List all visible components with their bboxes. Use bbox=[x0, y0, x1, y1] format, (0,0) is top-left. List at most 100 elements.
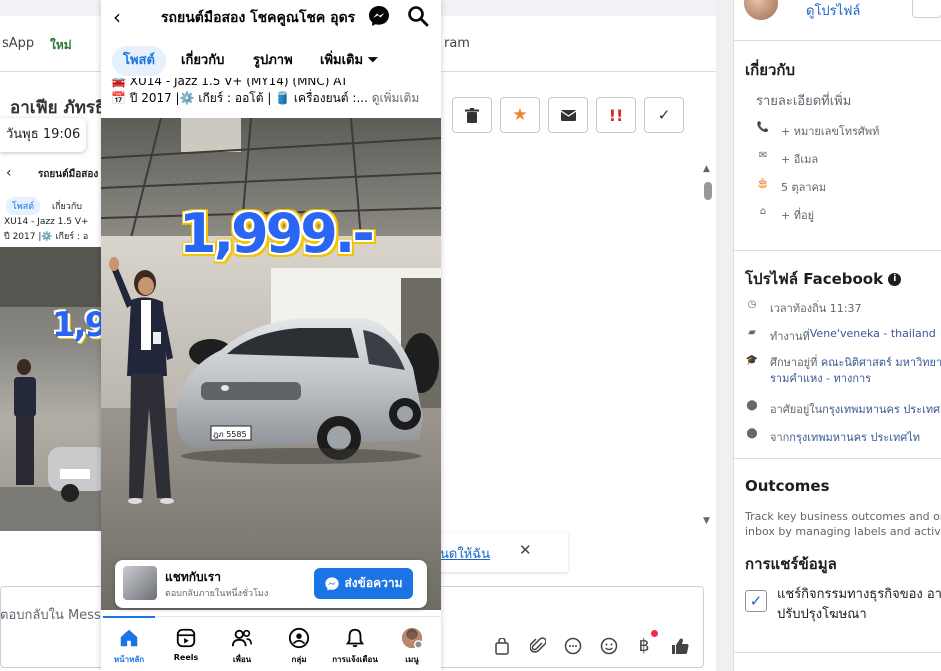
star-button[interactable]: ★ bbox=[500, 97, 540, 133]
messenger-icon bbox=[325, 576, 340, 591]
add-email-label: + อีเมล bbox=[781, 153, 819, 166]
additional-details-label: รายละเอียดที่เพิ่ม bbox=[756, 94, 852, 109]
work-prefix: ทำงานที่ bbox=[770, 330, 810, 343]
scroll-up-arrow-icon[interactable]: ▲ bbox=[703, 164, 710, 174]
hometown-prefix: จาก bbox=[770, 431, 790, 444]
chat-bubble-icon[interactable] bbox=[561, 634, 585, 658]
date-chip: วันพุธ 19:06 bbox=[0, 118, 86, 152]
outcomes-desc-line1: Track key business outcomes and org bbox=[745, 510, 941, 523]
back-arrow-icon[interactable]: ‹ bbox=[113, 5, 121, 29]
mini-price-fragment: 1,9 bbox=[52, 305, 102, 345]
avatar bbox=[744, 0, 778, 20]
tab-photos[interactable]: รูปภาพ bbox=[253, 46, 293, 76]
tab-about[interactable]: เกี่ยวกับ bbox=[181, 46, 224, 76]
outcomes-heading: Outcomes bbox=[745, 477, 830, 495]
mini-tab-about: เกี่ยวกับ bbox=[52, 202, 83, 212]
notice-link[interactable]: นดให้ฉัน bbox=[440, 543, 490, 564]
birthday-row[interactable]: 🎂 5 ตุลาคม bbox=[756, 178, 826, 196]
messenger-icon[interactable] bbox=[367, 4, 391, 28]
scroll-thumb[interactable] bbox=[704, 182, 712, 200]
send-message-button[interactable]: ส่งข้อความ bbox=[314, 568, 413, 599]
bell-icon bbox=[345, 628, 365, 648]
hometown-link[interactable]: กรุงเทพมหานคร ประเทศไท bbox=[789, 428, 920, 446]
paperclip-icon[interactable] bbox=[526, 634, 550, 658]
conversation-scrollbar[interactable] bbox=[702, 162, 714, 532]
tab-posts[interactable]: โพสต์ bbox=[112, 46, 166, 76]
lives-in-link[interactable]: กรุงเทพมหานคร ประเทศ bbox=[822, 400, 940, 418]
facebook-mobile-page: ‹ รถยนต์มือสอง โชคคูณโชค อุดร โพสต์ เกี่… bbox=[101, 0, 441, 671]
thumbs-up-icon[interactable] bbox=[668, 634, 692, 658]
see-more-link[interactable]: ดูเพิ่มเติม bbox=[372, 91, 420, 105]
mark-unread-button[interactable] bbox=[548, 97, 588, 133]
local-time-row: ◷ เวลาท้องถิ่น 11:37 bbox=[745, 299, 862, 317]
view-profile-link[interactable]: ดูโปรไฟล์ bbox=[806, 0, 860, 21]
share-activity-checkbox[interactable]: ✓ bbox=[745, 590, 767, 612]
add-address-row[interactable]: ⌂ + ที่อยู่ bbox=[756, 206, 814, 224]
work-row: ▰ ทำงานที่ Vene'veneka - thailand bbox=[745, 327, 936, 345]
groups-icon bbox=[288, 627, 310, 649]
nav-notifications[interactable]: การแจ้งเตือน bbox=[327, 617, 383, 671]
facebook-profile-heading: โปรไฟล์ Facebook i bbox=[745, 267, 902, 291]
close-icon[interactable]: ✕ bbox=[519, 541, 532, 559]
nav-menu[interactable]: เมนู bbox=[384, 617, 440, 671]
divider bbox=[734, 40, 941, 41]
notification-dot bbox=[651, 630, 658, 637]
nav-reels-label: Reels bbox=[173, 653, 199, 662]
shared-post-preview[interactable]: ‹ รถยนต์มือสอง โพสต์ เกี่ยวกับ XU14 - Ja… bbox=[0, 155, 102, 531]
nav-groups[interactable]: กลุ่ม bbox=[271, 617, 327, 671]
price-overlay: 1,999.- bbox=[179, 202, 375, 265]
work-link[interactable]: Vene'veneka - thailand bbox=[810, 327, 936, 340]
nav-home[interactable]: หน้าหลัก bbox=[101, 617, 157, 671]
tab-instagram-label[interactable]: ram bbox=[444, 36, 470, 51]
smiley-icon[interactable] bbox=[597, 634, 621, 658]
home-icon: ⌂ bbox=[759, 206, 767, 217]
briefcase-icon: ▰ bbox=[748, 327, 756, 338]
trash-icon bbox=[465, 107, 479, 123]
delete-button[interactable] bbox=[452, 97, 492, 133]
send-message-label: ส่งข้อความ bbox=[344, 576, 403, 590]
tab-more[interactable]: เพิ่มเติม ⏷ bbox=[320, 46, 378, 76]
friends-icon bbox=[231, 629, 252, 647]
search-icon[interactable] bbox=[406, 4, 430, 28]
license-plate: ฎภ 5585 bbox=[213, 430, 247, 439]
post-photo[interactable]: 1,999.- ฎภ 5585 bbox=[101, 118, 441, 610]
nav-reels[interactable]: Reels bbox=[158, 617, 214, 671]
lives-in-row: ⬤ อาศัยอยู่ใน กรุงเทพมหานคร ประเทศ bbox=[745, 400, 940, 418]
screen: sApp ใหม่ ram อาเฟีย ภัทรธิ ★ !! ✓ วันพุ… bbox=[0, 0, 941, 671]
post-caption: 🚘 XU14 - Jazz 1.5 V+ (MY14) (MNC) AT 📅 ป… bbox=[111, 78, 441, 118]
bag-icon[interactable] bbox=[490, 634, 514, 658]
clock-icon: ◷ bbox=[747, 299, 757, 310]
share-activity-line1: แชร์กิจกรรมทางธุรกิจของ อา bbox=[777, 587, 941, 602]
star-icon: ★ bbox=[512, 105, 528, 125]
mini-car-illustration bbox=[0, 247, 102, 531]
scroll-down-arrow-icon[interactable]: ▼ bbox=[703, 516, 710, 526]
add-phone-label: + หมายเลขโทรศัพท์ bbox=[781, 125, 880, 138]
page-title: รถยนต์มือสอง โชคคูณโชค อุดร bbox=[161, 10, 356, 26]
mini-car-photo: 1,9 bbox=[0, 247, 102, 531]
phone-icon: 📞 bbox=[756, 122, 770, 133]
add-phone-row[interactable]: 📞 + หมายเลขโทรศัพท์ bbox=[756, 122, 880, 140]
info-icon[interactable]: i bbox=[888, 273, 902, 286]
page-header: ‹ รถยนต์มือสอง โชคคูณโชค อุดร bbox=[101, 0, 441, 34]
contact-details-sidebar: ดูโปรไฟล์ เกี่ยวกับ รายละเอียดที่เพิ่ม 📞… bbox=[733, 0, 941, 671]
nav-friends[interactable]: เพื่อน bbox=[214, 617, 270, 671]
spam-button[interactable]: !! bbox=[596, 97, 636, 133]
check-icon: ✓ bbox=[657, 106, 671, 124]
education-link[interactable]: คณะนิติศาสตร์ มหาวิทยา bbox=[821, 356, 941, 369]
baht-icon[interactable]: ฿ bbox=[632, 634, 656, 658]
education-row: 🎓 ศึกษาอยู่ที่ คณะนิติศาสตร์ มหาวิทยา รา… bbox=[745, 355, 941, 387]
tab-whatsapp-label[interactable]: sApp bbox=[2, 36, 34, 51]
reels-icon bbox=[176, 628, 196, 648]
nav-menu-label: เมนู bbox=[405, 655, 419, 664]
more-options-button[interactable] bbox=[912, 0, 941, 18]
post-caption-line2: 📅 ปี 2017 |⚙️ เกียร์ : ออโต้ | 🛢️ เครื่อ… bbox=[111, 91, 368, 105]
chat-with-us-card: แชทกับเรา ตอบกลับภายในหนึ่งชั่วโมง ส่งข้… bbox=[115, 560, 427, 608]
share-activity-label: แชร์กิจกรรมทางธุรกิจของ อา ปรับปรุงโฆษณา bbox=[777, 585, 941, 625]
divider bbox=[734, 652, 941, 653]
local-time-text: เวลาท้องถิ่น 11:37 bbox=[770, 302, 862, 315]
add-email-row[interactable]: ✉ + อีเมล bbox=[756, 150, 818, 168]
done-button[interactable]: ✓ bbox=[644, 97, 684, 133]
new-badge: ใหม่ bbox=[50, 38, 72, 52]
data-sharing-heading: การแชร์ข้อมูล bbox=[745, 555, 837, 573]
education-link-line2[interactable]: รามคำแหง - ทางการ bbox=[770, 371, 941, 387]
